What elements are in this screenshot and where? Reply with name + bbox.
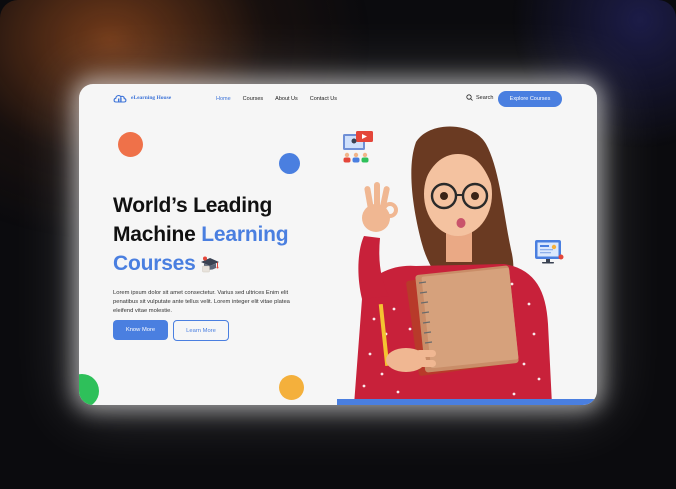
decor-dot-orange xyxy=(118,132,143,157)
main-nav: Home Courses About Us Contact Us xyxy=(216,96,337,102)
hero-title-line-3: Courses xyxy=(113,249,363,278)
explore-courses-button[interactable]: Explore Courses xyxy=(498,91,562,107)
hero-title: World’s Leading Machine Learning Courses xyxy=(113,191,363,278)
nav-item-about-us[interactable]: About Us xyxy=(275,96,298,102)
decor-dot-green xyxy=(79,374,99,405)
know-more-button[interactable]: Know More xyxy=(113,320,168,340)
graduation-cap-icon xyxy=(200,256,219,273)
nav-item-courses[interactable]: Courses xyxy=(243,96,263,102)
hero-title-learning: Learning xyxy=(201,223,289,246)
hero-title-courses: Courses xyxy=(113,252,196,275)
search-label: Search xyxy=(476,94,494,101)
nav-item-contact-us[interactable]: Contact Us xyxy=(310,96,337,102)
decor-dot-blue xyxy=(279,153,300,174)
hero-title-line-1: World’s Leading xyxy=(113,194,273,217)
search-icon xyxy=(466,94,473,101)
cloud-logo-icon xyxy=(113,94,127,103)
hero-title-machine: Machine xyxy=(113,223,202,246)
hero-description: Lorem ipsum dolor sit amet consectetur. … xyxy=(113,289,290,315)
website-preview-card: eLearning House Home Courses About Us Co… xyxy=(79,84,597,405)
nav-item-home[interactable]: Home xyxy=(216,96,231,102)
logo[interactable]: eLearning House xyxy=(113,93,171,103)
decor-dot-yellow xyxy=(279,375,304,400)
learn-more-button[interactable]: Learn More xyxy=(173,320,229,341)
hero-title-line-2: Machine Learning xyxy=(113,220,363,249)
student-hero-image xyxy=(354,126,552,405)
search-button[interactable]: Search xyxy=(466,94,493,101)
bottom-accent-bar xyxy=(337,399,597,405)
brand-name: eLearning House xyxy=(131,95,172,101)
